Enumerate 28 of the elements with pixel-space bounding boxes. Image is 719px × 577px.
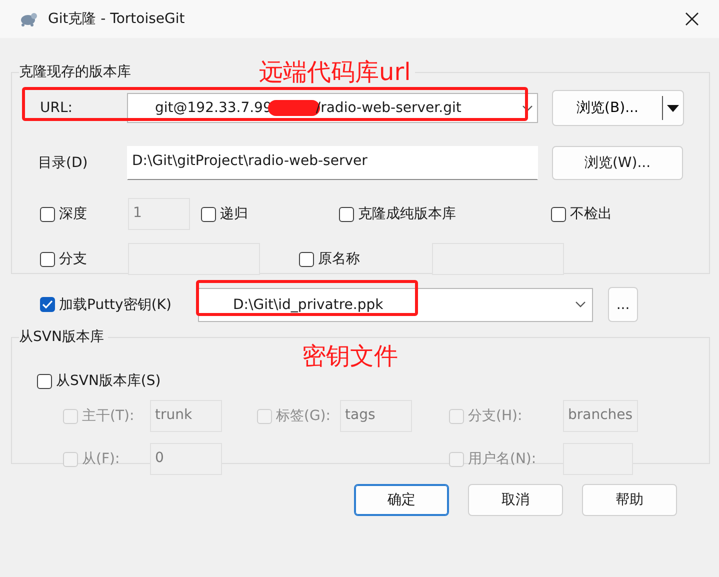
checkbox[interactable]: 深度 bbox=[40, 205, 87, 223]
checkbox[interactable]: 克隆成纯版本库 bbox=[339, 205, 456, 223]
url-label: URL: bbox=[39, 100, 74, 116]
dialog-button[interactable]: 取消 bbox=[468, 484, 563, 516]
dialog-button[interactable]: 帮助 bbox=[582, 484, 677, 516]
browse-button[interactable]: 浏览(W)... bbox=[552, 146, 683, 180]
checkbox[interactable]: 原名称 bbox=[299, 250, 360, 268]
group-title: 克隆现存的版本库 bbox=[19, 63, 131, 81]
checkbox[interactable]: 不检出 bbox=[551, 205, 612, 223]
annotation-text: 远端代码库url bbox=[259, 57, 411, 88]
browse-split-button[interactable]: 浏览(B)... bbox=[552, 90, 684, 126]
group-title: 从SVN版本库 bbox=[19, 328, 104, 346]
window-title: Git克隆 - TortoiseGit bbox=[48, 10, 186, 28]
dropdown-arrow-icon bbox=[667, 104, 679, 112]
checkbox[interactable]: 从SVN版本库(S) bbox=[37, 372, 161, 390]
annotation-text: 密钥文件 bbox=[302, 341, 398, 372]
key-file-combobox[interactable]: D:\Git\id_privatre.ppk bbox=[198, 288, 593, 322]
directory-field[interactable]: D:\Git\gitProject\radio-web-server bbox=[127, 146, 538, 180]
checkbox[interactable]: 分支 bbox=[40, 250, 87, 268]
close-icon bbox=[685, 12, 699, 26]
checkbox[interactable]: 加载Putty密钥(K) bbox=[40, 296, 198, 314]
checkbox[interactable]: 递归 bbox=[201, 205, 248, 223]
browse-button[interactable]: ... bbox=[608, 287, 638, 322]
directory-label: 目录(D) bbox=[37, 154, 89, 172]
text-field[interactable]: 1 bbox=[128, 198, 190, 230]
turtle-icon bbox=[18, 11, 38, 27]
check-icon bbox=[42, 300, 53, 309]
dialog-button[interactable]: 确定 bbox=[354, 484, 449, 516]
